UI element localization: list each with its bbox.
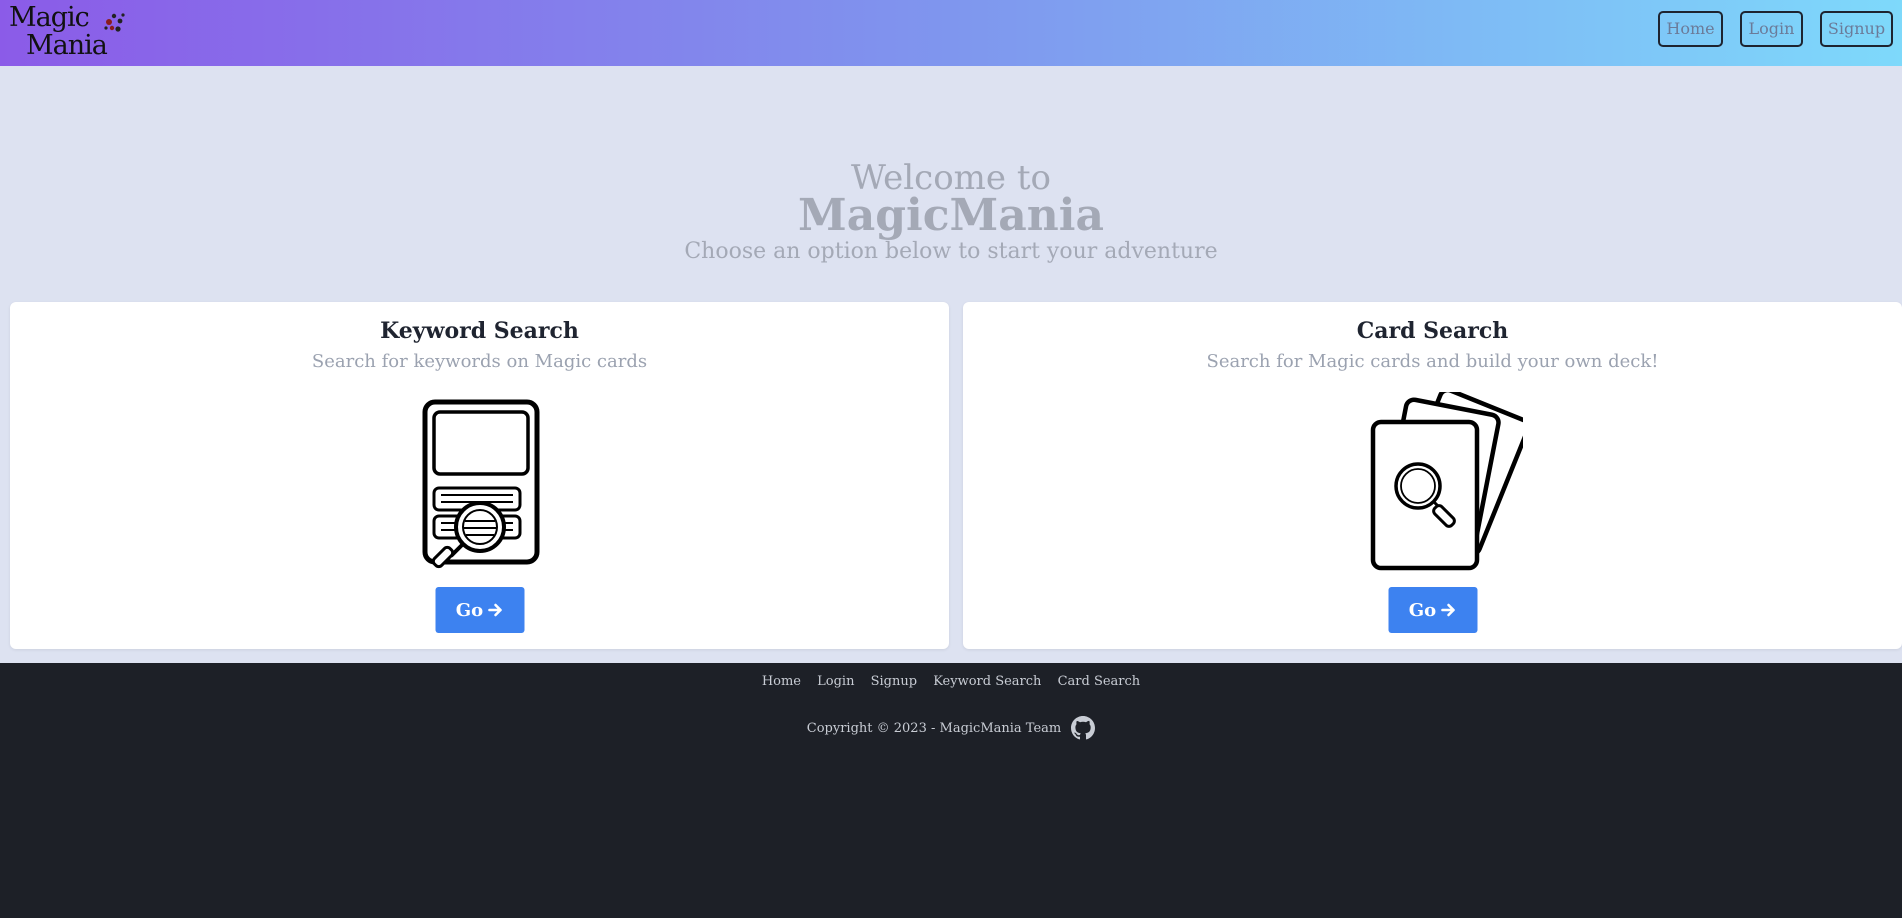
card-description: Search for Magic cards and build your ow… (1206, 351, 1659, 372)
card-search-card: Card Search Search for Magic cards and b… (963, 302, 1902, 649)
page-bottom-area (0, 758, 1902, 918)
hero-title: MagicMania (798, 190, 1104, 241)
nav-signup-label: Signup (1827, 19, 1886, 38)
github-icon[interactable] (1071, 716, 1096, 740)
nav-signup-button[interactable]: Signup (1820, 11, 1893, 47)
card-title: Card Search (1356, 318, 1509, 344)
logo[interactable]: Magic Mania (9, 2, 129, 62)
logo-line-mania: Mania (26, 30, 108, 61)
keyword-search-card: Keyword Search Search for keywords on Ma… (10, 302, 949, 649)
app-root: Magic Mania Home Login Signup Welcome to… (0, 0, 1902, 918)
nav-home-button[interactable]: Home (1658, 11, 1723, 47)
card-title: Keyword Search (380, 318, 579, 344)
card-magnifier-icon (422, 399, 539, 569)
footer-link-card-search[interactable]: Card Search (1058, 674, 1141, 689)
footer-links: Home Login Signup Keyword Search Card Se… (0, 674, 1902, 689)
nav-login-label: Login (1748, 19, 1795, 38)
copyright-text: Copyright © 2023 - MagicMania Team (806, 720, 1062, 736)
go-label: Go (455, 599, 484, 621)
card-description: Search for keywords on Magic cards (311, 351, 648, 372)
logo-line-magic: Magic (9, 2, 90, 33)
footer-link-signup[interactable]: Signup (871, 674, 917, 689)
card-search-go-button[interactable]: Go (1388, 587, 1477, 633)
card-stack-magnifier-icon (1370, 392, 1523, 571)
footer-link-login[interactable]: Login (817, 674, 854, 689)
footer-link-home[interactable]: Home (762, 674, 801, 689)
main-content: Welcome to MagicMania Choose an option b… (0, 66, 1902, 663)
arrow-right-icon (487, 603, 502, 617)
nav-home-label: Home (1666, 19, 1715, 38)
logo-dots-icon (104, 13, 125, 32)
keyword-search-go-button[interactable]: Go (435, 587, 524, 633)
footer-copyright-row: Copyright © 2023 - MagicMania Team (0, 716, 1902, 740)
nav-login-button[interactable]: Login (1740, 11, 1803, 47)
footer: Home Login Signup Keyword Search Card Se… (0, 663, 1902, 758)
footer-link-keyword-search[interactable]: Keyword Search (933, 674, 1041, 689)
go-label: Go (1408, 599, 1437, 621)
hero-subtitle: Choose an option below to start your adv… (684, 239, 1218, 264)
header-bar: Magic Mania Home Login Signup (0, 0, 1902, 66)
arrow-right-icon (1440, 603, 1455, 617)
